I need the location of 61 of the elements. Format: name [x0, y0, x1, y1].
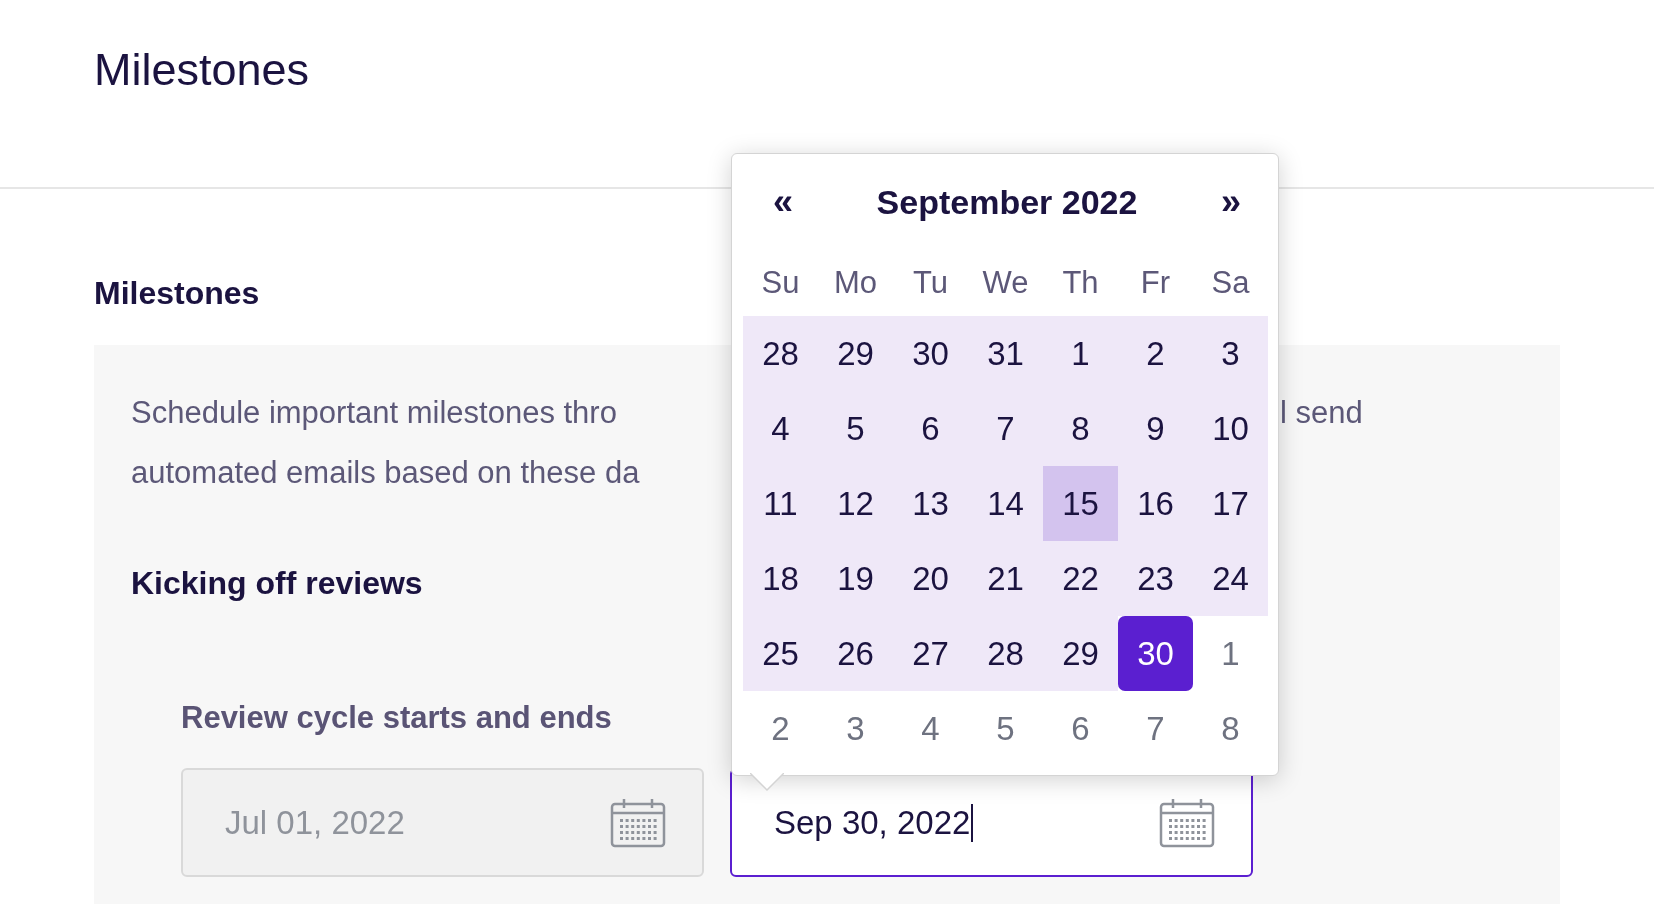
selected-day[interactable]: 30 — [1118, 616, 1193, 691]
calendar-day[interactable]: 28 — [743, 316, 818, 391]
calendar-day[interactable]: 8 — [1043, 391, 1118, 466]
calendar-day[interactable]: 7 — [1146, 709, 1165, 748]
calendar-day[interactable]: 11 — [743, 466, 818, 541]
previous-month-button[interactable]: « — [769, 181, 798, 223]
calendar-day[interactable]: 13 — [893, 466, 968, 541]
calendar-day[interactable]: 28 — [968, 616, 1043, 691]
calendar-day[interactable]: 29 — [818, 316, 893, 391]
description-text: l send — [1280, 395, 1364, 431]
calendar-day[interactable]: 1 — [1221, 634, 1240, 673]
calendar-icon[interactable] — [1159, 797, 1215, 848]
calendar-day[interactable]: 22 — [1043, 541, 1118, 616]
calendar-day[interactable]: 10 — [1193, 391, 1268, 466]
month-title: September 2022 — [876, 182, 1138, 222]
calendar-day[interactable]: 2 — [771, 709, 790, 748]
calendar-day[interactable]: 12 — [818, 466, 893, 541]
weekday-label: Mo — [833, 265, 878, 301]
subheading: Kicking off reviews — [131, 564, 423, 603]
next-month-button[interactable]: » — [1216, 181, 1245, 223]
calendar-day[interactable]: 16 — [1118, 466, 1193, 541]
calendar-day[interactable]: 1 — [1043, 316, 1118, 391]
calendar-day[interactable]: 4 — [921, 709, 940, 748]
calendar-day[interactable]: 5 — [996, 709, 1015, 748]
calendar-day[interactable]: 25 — [743, 616, 818, 691]
calendar-day[interactable]: 24 — [1193, 541, 1268, 616]
section-heading: Milestones — [94, 274, 260, 313]
text-cursor — [971, 803, 974, 842]
weekday-label: Tu — [913, 265, 948, 301]
calendar-day[interactable]: 20 — [893, 541, 968, 616]
calendar-day[interactable]: 31 — [968, 316, 1043, 391]
weekday-label: We — [982, 265, 1029, 301]
calendar-day[interactable]: 19 — [818, 541, 893, 616]
calendar-day[interactable]: 7 — [968, 391, 1043, 466]
calendar-day[interactable]: 17 — [1193, 466, 1268, 541]
calendar-day[interactable]: 18 — [743, 541, 818, 616]
calendar-day[interactable]: 6 — [1071, 709, 1090, 748]
calendar-day[interactable]: 4 — [743, 391, 818, 466]
calendar-day[interactable]: 30 — [893, 316, 968, 391]
calendar-day[interactable]: 3 — [846, 709, 865, 748]
calendar-day[interactable]: 14 — [968, 466, 1043, 541]
calendar-day[interactable]: 15 — [1043, 466, 1118, 541]
weekday-label: Th — [1062, 265, 1099, 301]
calendar-day[interactable]: 9 — [1118, 391, 1193, 466]
weekday-label: Su — [761, 265, 800, 301]
page-title: Milestones — [94, 44, 310, 96]
calendar-day[interactable]: 26 — [818, 616, 893, 691]
calendar-day[interactable]: 2 — [1118, 316, 1193, 391]
calendar-day[interactable]: 6 — [893, 391, 968, 466]
calendar-day[interactable]: 3 — [1193, 316, 1268, 391]
calendar-day[interactable]: 5 — [818, 391, 893, 466]
description-text: automated emails based on these da — [131, 455, 641, 491]
calendar-day[interactable]: 29 — [1043, 616, 1118, 691]
calendar-day[interactable]: 27 — [893, 616, 968, 691]
calendar-day[interactable]: 8 — [1221, 709, 1240, 748]
weekday-label: Fr — [1140, 265, 1171, 301]
calendar-day[interactable]: 21 — [968, 541, 1043, 616]
calendar-day[interactable]: 23 — [1118, 541, 1193, 616]
weekday-label: Sa — [1211, 265, 1250, 301]
field-label: Review cycle starts and ends — [181, 699, 612, 737]
description-text: Schedule important milestones thro — [131, 395, 618, 431]
